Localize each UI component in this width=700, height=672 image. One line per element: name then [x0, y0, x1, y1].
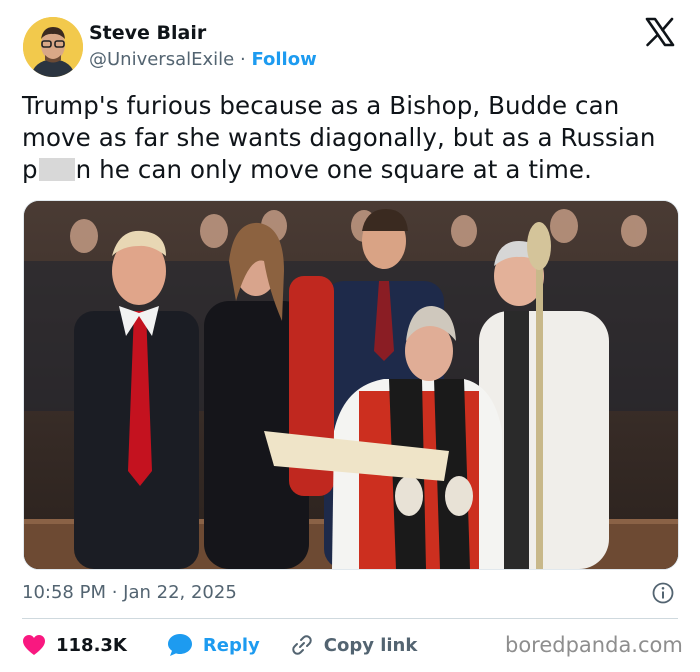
x-logo-icon[interactable]	[644, 16, 676, 48]
heart-icon	[23, 635, 45, 655]
handle-separator: ·	[239, 49, 246, 70]
copy-link-button[interactable]: Copy link	[290, 633, 418, 657]
info-icon[interactable]	[652, 582, 674, 604]
reply-label: Reply	[202, 634, 260, 656]
link-icon	[292, 635, 312, 655]
tweet-actions: 118.3K Reply Copy link	[22, 630, 417, 660]
author-handle[interactable]: @UniversalExile	[89, 49, 234, 70]
tweet-text: Trump's furious because as a Bishop, Bud…	[22, 90, 686, 186]
avatar-image	[23, 17, 83, 77]
tweet-line: Trump's furious because as a Bishop, Bud…	[22, 91, 620, 120]
author-name[interactable]: Steve Blair	[89, 22, 206, 44]
like-button[interactable]: 118.3K	[22, 634, 127, 656]
like-count: 118.3K	[56, 634, 127, 656]
reply-bubble-icon	[167, 634, 192, 656]
author-avatar[interactable]	[23, 17, 83, 77]
tweet-photo[interactable]	[23, 200, 679, 570]
tweet-line-start: p	[22, 155, 38, 184]
tweet-timestamp[interactable]: 10:58 PM · Jan 22, 2025	[22, 582, 237, 603]
tweet-line: move as far she wants diagonally, but as…	[22, 123, 656, 152]
reply-button[interactable]: Reply	[167, 633, 260, 657]
tweet-line-end: n he can only move one square at a time.	[75, 155, 592, 184]
divider	[22, 618, 678, 619]
author-handle-row: @UniversalExile · Follow	[89, 49, 317, 70]
photo-image	[24, 201, 678, 569]
tweet-line: p n he can only move one square at a time…	[22, 154, 686, 186]
follow-button[interactable]: Follow	[251, 49, 316, 70]
censor-block	[38, 158, 75, 181]
watermark: boredpanda.com	[505, 633, 683, 657]
copy-link-label: Copy link	[323, 634, 418, 656]
